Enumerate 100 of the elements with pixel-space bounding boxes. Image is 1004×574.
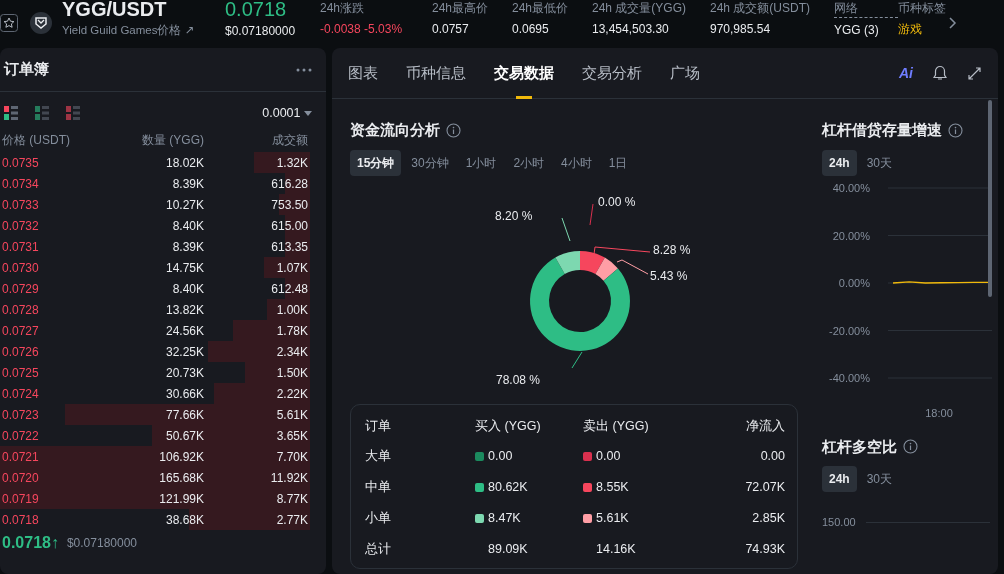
ask-total: 3.65K (275, 427, 308, 445)
time-axis-label: 18:00 (925, 406, 953, 419)
period-tab[interactable]: 24h (822, 466, 857, 492)
slice-label: 5.43 % (650, 268, 688, 283)
ask-amount: 106.92K (158, 448, 204, 466)
ask-total: 615.00 (270, 217, 308, 235)
ask-price: 0.0723 (1, 406, 40, 424)
info-icon[interactable] (446, 122, 461, 138)
row-label: 大单 (365, 441, 475, 472)
period-tab[interactable]: 2小时 (506, 149, 552, 176)
tab[interactable]: 图表 (348, 48, 378, 99)
info-icon[interactable] (903, 439, 918, 455)
period-tab[interactable]: 4小时 (554, 149, 599, 176)
price-page-link[interactable]: Yield Guild Games价格 ↗ (62, 22, 225, 40)
period-tab[interactable]: 1小时 (458, 149, 504, 176)
stat-label: 24h最高价 (432, 0, 490, 17)
row-label: 中单 (365, 472, 475, 503)
ask-price: 0.0728 (1, 301, 40, 319)
expand-icon[interactable] (967, 65, 982, 81)
ask-total: 1.07K (275, 259, 308, 277)
axis-label: -40.00% (829, 371, 870, 384)
ask-total: 2.77K (275, 511, 308, 529)
ask-amount: 32.25K (164, 343, 204, 361)
ask-price: 0.0718 (1, 511, 40, 529)
ask-price: 0.0735 (1, 154, 40, 172)
slice-label: 8.28 % (653, 242, 691, 257)
ask-total: 753.50 (270, 196, 308, 214)
section-title: 杠杆多空比 (822, 436, 897, 457)
ask-amount: 77.66K (164, 406, 204, 424)
ask-total: 1.32K (275, 154, 308, 172)
leader-line (561, 217, 571, 241)
axis-label: 150.00 (822, 515, 856, 530)
ask-price: 0.0733 (1, 196, 40, 214)
ask-total: 2.34K (275, 343, 308, 361)
cell-value: 80.62K (488, 480, 528, 494)
leader-line (571, 351, 583, 368)
ask-total: 613.35 (270, 238, 308, 256)
order-book-view-icon[interactable] (35, 106, 49, 120)
ask-amount: 30.66K (164, 385, 204, 403)
cell-value: 8.47K (488, 510, 521, 525)
period-tab[interactable]: 15分钟 (350, 149, 402, 176)
ask-amount: 10.27K (164, 196, 204, 214)
ask-amount: 20.73K (164, 364, 204, 382)
ask-price: 0.0727 (1, 322, 40, 340)
stat-label: 网络 (834, 0, 898, 18)
ask-price: 0.0734 (1, 175, 40, 193)
ask-amount: 8.39K (171, 175, 204, 193)
section-title: 杠杆借贷存量增速 (822, 120, 942, 140)
axis-label: -20.00% (829, 324, 870, 336)
ask-total: 2.22K (275, 385, 308, 403)
bell-icon[interactable] (933, 65, 947, 81)
period-tab[interactable]: 1日 (601, 149, 635, 176)
ask-price: 0.0725 (1, 364, 40, 382)
tab[interactable]: 交易分析 (582, 48, 642, 99)
column-header: 成交额 (271, 132, 308, 149)
ask-total: 8.77K (275, 490, 308, 508)
slice-label: 0.00 % (598, 194, 636, 209)
period-tab[interactable]: 30分钟 (404, 149, 456, 176)
tab[interactable]: 交易数据 (494, 48, 554, 99)
last-price: 0.0718 (225, 0, 288, 19)
stat-value: 13,454,503.30 (592, 21, 670, 38)
ai-button[interactable]: Ai (899, 62, 913, 84)
period-tab[interactable]: 30天 (859, 149, 900, 176)
cell-value: 14.16K (596, 541, 636, 556)
period-tab[interactable]: 30天 (859, 466, 900, 492)
leader-line (593, 246, 651, 254)
slice-label: 8.20 % (495, 208, 533, 223)
column-header: 净流入 (745, 417, 785, 435)
info-icon[interactable] (948, 122, 963, 138)
cell-value: 89.09K (488, 541, 528, 556)
ask-price: 0.0724 (1, 385, 40, 403)
stat-label: 币种标签 (898, 0, 947, 17)
ask-total: 1.78K (275, 322, 308, 340)
tab[interactable]: 币种信息 (406, 48, 466, 99)
chevron-right-icon[interactable] (948, 15, 958, 30)
stat-label: 24h 成交量(YGG) (592, 0, 688, 17)
more-icon[interactable] (296, 67, 312, 72)
leader-line (616, 259, 649, 274)
ask-amount: 18.02K (164, 154, 204, 172)
order-book-view-icon[interactable] (4, 106, 18, 120)
stat-value: 0.0695 (512, 21, 550, 38)
ask-price: 0.0719 (1, 490, 40, 508)
net-value: 0.00 (759, 448, 785, 466)
last-price: 0.0718↑ (2, 533, 59, 553)
period-tab[interactable]: 24h (822, 149, 857, 176)
tab[interactable]: 广场 (670, 48, 700, 99)
ask-amount: 121.99K (158, 490, 204, 508)
precision-dropdown[interactable]: 0.0001 (262, 103, 312, 123)
ask-price: 0.0729 (1, 280, 40, 298)
section-title: 资金流向分析 (350, 120, 440, 140)
ask-amount: 8.39K (171, 238, 204, 256)
net-value: 74.93K (744, 540, 785, 558)
net-value: 72.07K (744, 479, 785, 496)
stat-label: 24h 成交额(USDT) (710, 0, 811, 17)
usd-price: $0.07180000 (225, 23, 297, 40)
column-header: 买入 (YGG) (475, 410, 583, 442)
ask-price: 0.0722 (1, 427, 40, 445)
ask-total: 5.61K (275, 406, 308, 424)
stat-value: 0.0757 (432, 21, 470, 38)
coin-logo-icon (30, 11, 52, 34)
